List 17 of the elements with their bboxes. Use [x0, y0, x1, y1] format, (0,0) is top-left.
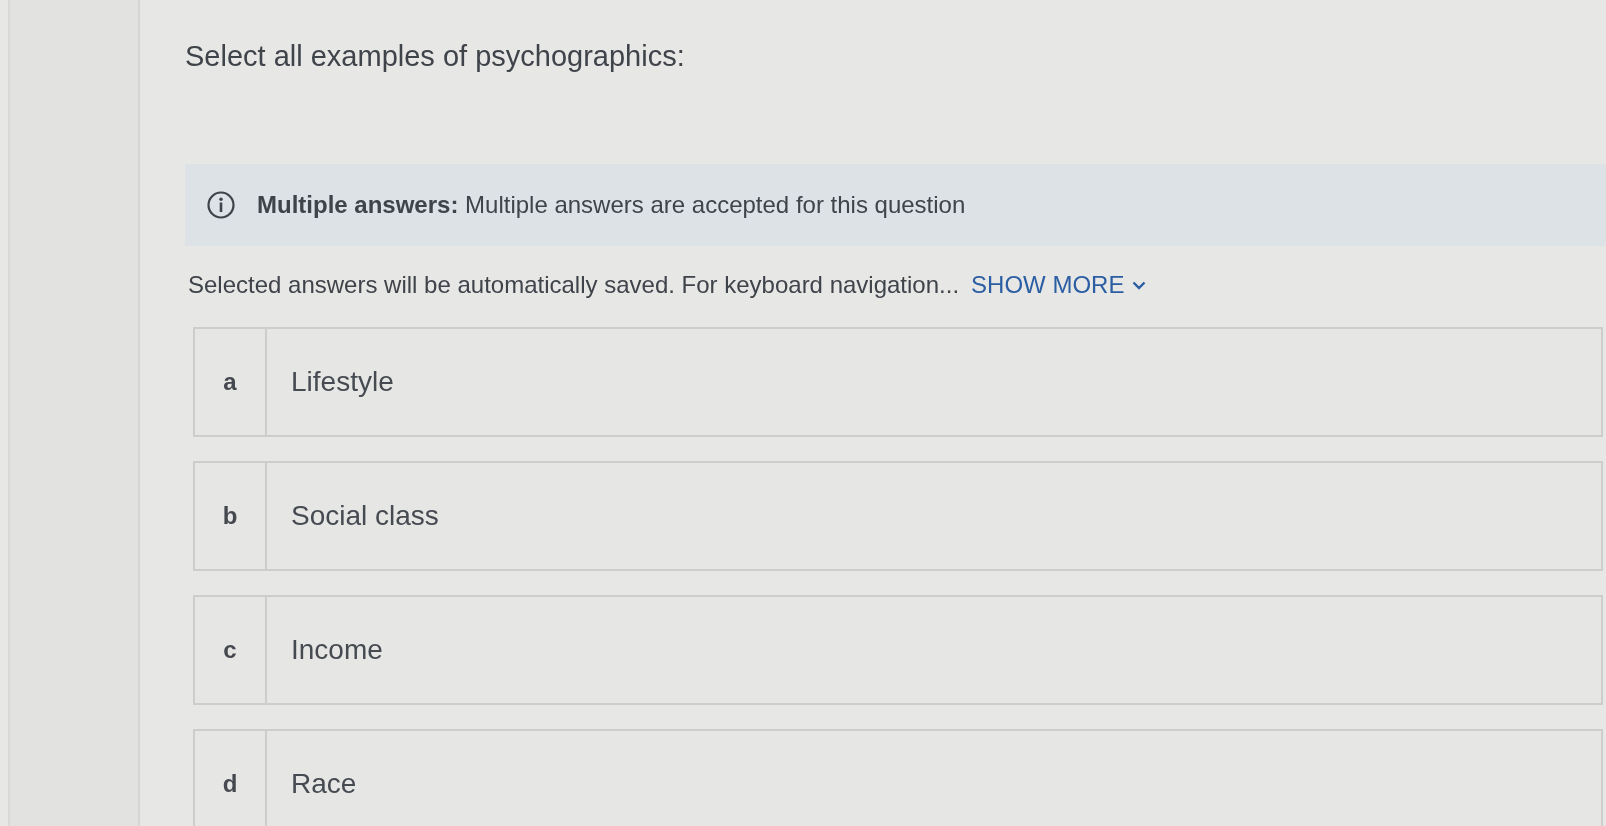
option-text: Social class [291, 500, 439, 532]
question-prompt: Select all examples of psychographics: [185, 39, 685, 74]
instructions-text: Selected answers will be automatically saved. For keyboard navigation... [188, 270, 960, 300]
answer-option[interactable]: c Income [193, 595, 1603, 705]
answer-option[interactable]: a Lifestyle [193, 327, 1603, 437]
option-letter: a [195, 329, 267, 435]
option-letter: d [195, 731, 267, 826]
show-more-link[interactable]: SHOW MORE [971, 271, 1147, 299]
option-text: Lifestyle [291, 366, 394, 398]
notice-text: Multiple answers: Multiple answers are accepted for this question [257, 191, 966, 219]
option-letter: b [195, 463, 267, 569]
answer-option[interactable]: b Social class [193, 461, 1603, 571]
info-icon [207, 191, 235, 219]
option-letter: c [195, 597, 267, 703]
option-text: Race [291, 768, 357, 800]
option-text: Income [291, 634, 383, 666]
answer-option[interactable]: d Race [193, 729, 1603, 826]
